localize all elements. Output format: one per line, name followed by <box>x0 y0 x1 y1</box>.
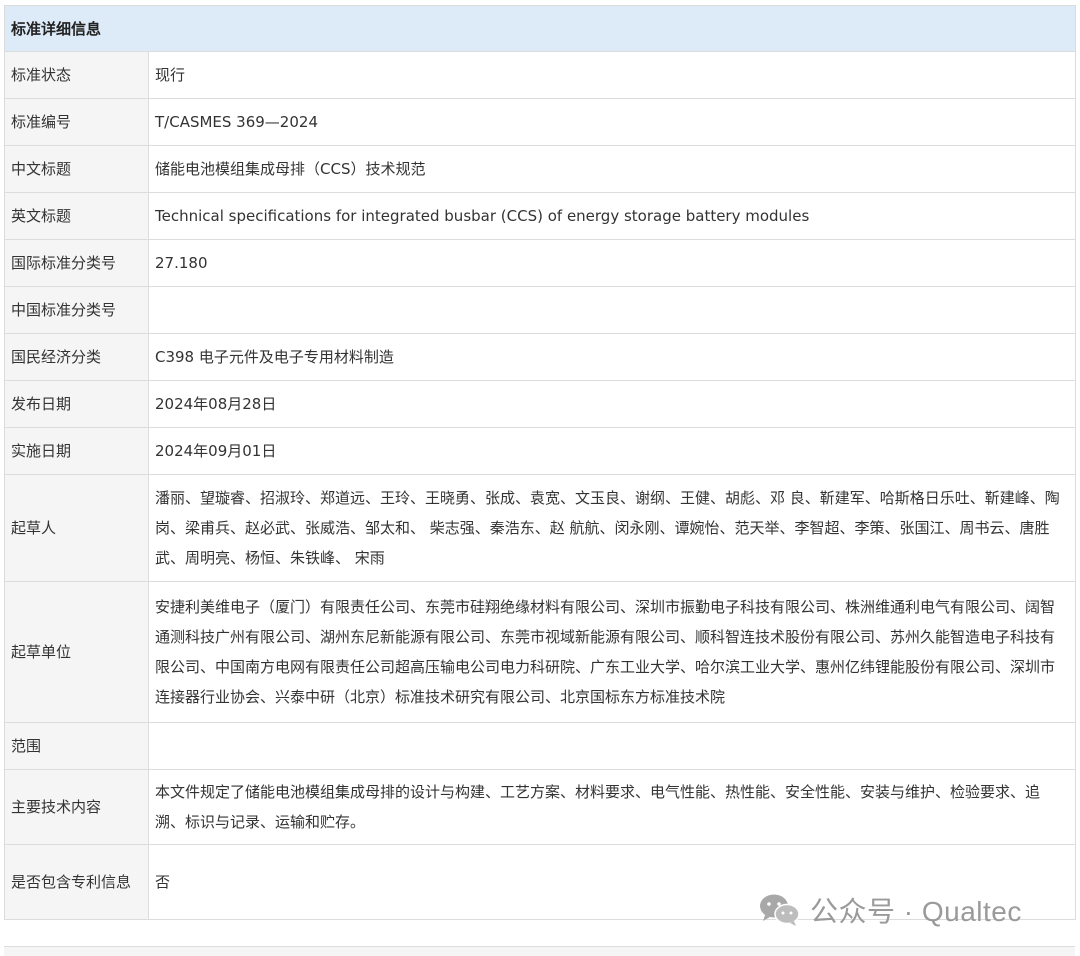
table-header-row: 标准详细信息 <box>3 5 1077 52</box>
row-value: T/CASMES 369—2024 <box>147 98 1077 146</box>
row-value: Technical specifications for integrated … <box>147 192 1077 240</box>
standard-detail-panel: 标准详细信息 标准状态 现行 标准编号 T/CASMES 369—2024 中文… <box>3 5 1077 920</box>
row-label: 起草人 <box>4 474 149 582</box>
table-row: 国民经济分类 C398 电子元件及电子专用材料制造 <box>4 333 1077 381</box>
row-value <box>147 722 1077 770</box>
table-row: 起草单位 安捷利美维电子（厦门）有限责任公司、东莞市硅翔绝缘材料有限公司、深圳市… <box>4 581 1077 723</box>
row-label: 标准编号 <box>4 98 149 146</box>
table-row: 起草人 潘丽、望璇睿、招淑玲、郑道远、王玲、王晓勇、张成、袁宽、文玉良、谢纲、王… <box>4 474 1077 582</box>
row-label: 国民经济分类 <box>4 333 149 381</box>
row-label: 发布日期 <box>4 380 149 428</box>
table-header: 标准详细信息 <box>3 5 1077 52</box>
table-row: 实施日期 2024年09月01日 <box>4 427 1077 475</box>
row-value: 安捷利美维电子（厦门）有限责任公司、东莞市硅翔绝缘材料有限公司、深圳市振勤电子科… <box>147 581 1077 723</box>
row-label: 实施日期 <box>4 427 149 475</box>
row-value: 2024年09月01日 <box>147 427 1077 475</box>
table-row: 中国标准分类号 <box>4 286 1077 334</box>
row-value: 本文件规定了储能电池模组集成母排的设计与构建、工艺方案、材料要求、电气性能、热性… <box>147 769 1077 845</box>
watermark-text: 公众号 · Qualtec <box>810 896 1022 927</box>
row-label: 英文标题 <box>4 192 149 240</box>
table-row: 标准状态 现行 <box>4 51 1077 99</box>
wechat-icon <box>758 892 802 928</box>
row-label: 范围 <box>4 722 149 770</box>
table-row: 主要技术内容 本文件规定了储能电池模组集成母排的设计与构建、工艺方案、材料要求、… <box>4 769 1077 845</box>
table-row: 中文标题 储能电池模组集成母排（CCS）技术规范 <box>4 145 1077 193</box>
row-label: 是否包含专利信息 <box>4 844 149 920</box>
row-value: 2024年08月28日 <box>147 380 1077 428</box>
row-label: 标准状态 <box>4 51 149 99</box>
table-row: 标准编号 T/CASMES 369—2024 <box>4 98 1077 146</box>
table-row: 范围 <box>4 722 1077 770</box>
row-label: 国际标准分类号 <box>4 239 149 287</box>
row-label: 起草单位 <box>4 581 149 723</box>
table-row: 国际标准分类号 27.180 <box>4 239 1077 287</box>
row-value: 27.180 <box>147 239 1077 287</box>
row-value: 潘丽、望璇睿、招淑玲、郑道远、王玲、王晓勇、张成、袁宽、文玉良、谢纲、王健、胡彪… <box>147 474 1077 582</box>
row-value: 储能电池模组集成母排（CCS）技术规范 <box>147 145 1077 193</box>
row-label: 中文标题 <box>4 145 149 193</box>
row-value: 现行 <box>147 51 1077 99</box>
row-label: 中国标准分类号 <box>4 286 149 334</box>
table-row: 发布日期 2024年08月28日 <box>4 380 1077 428</box>
watermark: 公众号 · Qualtec <box>758 890 1022 930</box>
row-value: C398 电子元件及电子专用材料制造 <box>147 333 1077 381</box>
table-row: 英文标题 Technical specifications for integr… <box>4 192 1077 240</box>
row-value <box>147 286 1077 334</box>
row-label: 主要技术内容 <box>4 769 149 845</box>
standard-detail-table: 标准详细信息 标准状态 现行 标准编号 T/CASMES 369—2024 中文… <box>3 5 1077 920</box>
